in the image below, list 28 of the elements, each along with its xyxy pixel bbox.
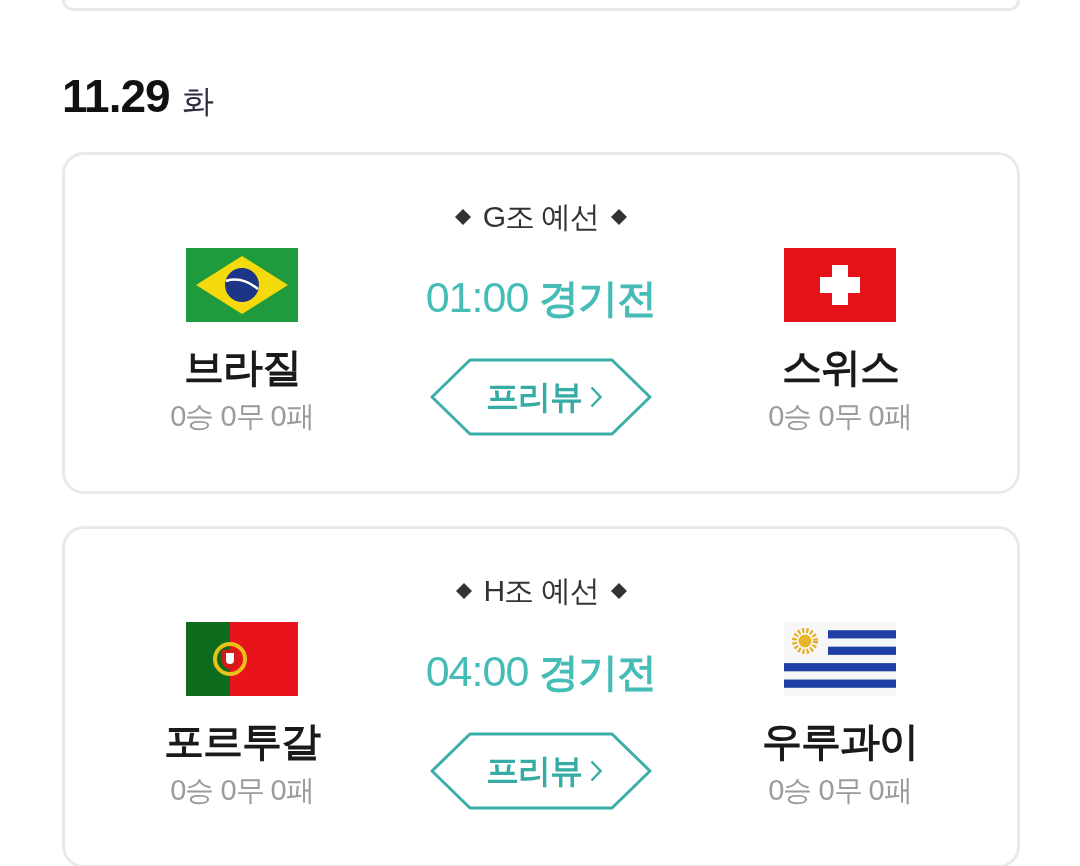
- switzerland-flag-icon: [784, 248, 896, 322]
- diamond-icon: [610, 583, 627, 599]
- team-name: 포르투갈: [164, 718, 320, 765]
- date-label: 11.29: [62, 70, 170, 122]
- team-name: 브라질: [183, 344, 301, 391]
- chevron-right-icon: [590, 760, 602, 782]
- group-label: H조 예선: [483, 573, 599, 609]
- match-time: 04:00: [425, 646, 529, 696]
- match-status: 경기전: [539, 649, 657, 696]
- diamond-icon: [454, 209, 471, 225]
- group-label: G조 예선: [482, 199, 600, 235]
- diamond-icon: [455, 583, 472, 599]
- brazil-flag-icon: [186, 248, 298, 322]
- weekday-label: 화: [181, 82, 214, 121]
- preview-button[interactable]: 프리뷰: [430, 358, 652, 436]
- match-status: 경기전: [539, 275, 657, 322]
- team-name: 우루과이: [762, 718, 918, 765]
- diamond-icon: [611, 209, 628, 225]
- team-record: 0승 0무 0패: [170, 399, 314, 433]
- portugal-flag-icon: [186, 622, 298, 696]
- chevron-right-icon: [590, 386, 602, 408]
- preview-button[interactable]: 프리뷰: [430, 732, 652, 810]
- team-record: 0승 0무 0패: [768, 773, 912, 807]
- team-name: 스위스: [781, 344, 899, 391]
- match-time: 01:00: [425, 272, 529, 322]
- team-record: 0승 0무 0패: [768, 399, 912, 433]
- uruguay-flag-icon: [784, 622, 896, 696]
- team-record: 0승 0무 0패: [170, 773, 314, 807]
